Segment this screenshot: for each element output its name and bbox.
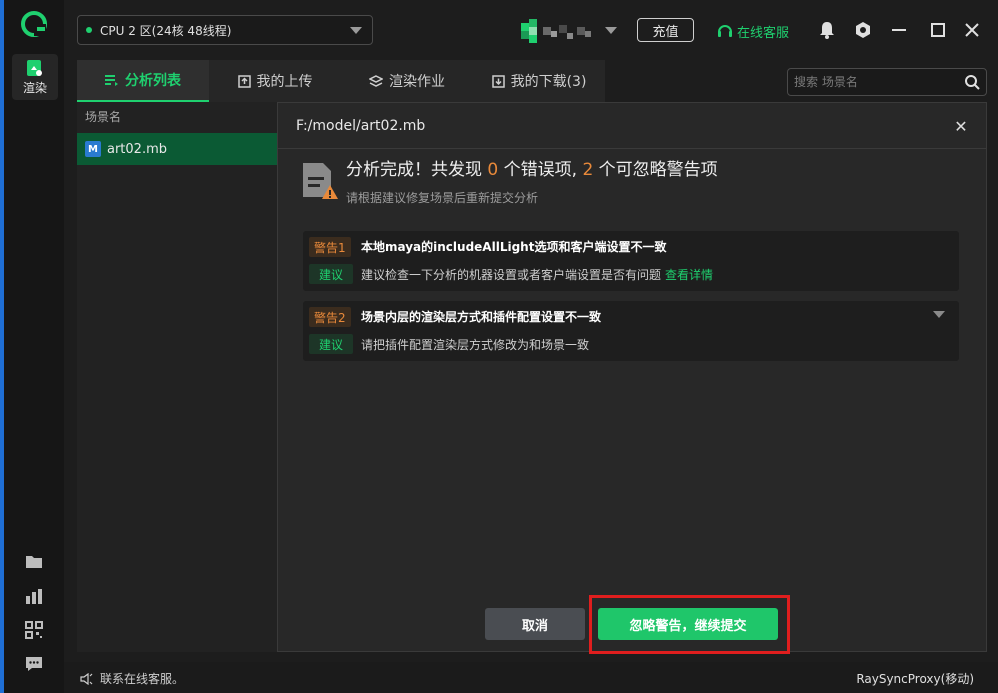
tab-my-downloads[interactable]: 我的下载(3) — [473, 60, 605, 102]
tab-my-uploads-label: 我的上传 — [256, 74, 313, 90]
document-warning-icon — [303, 163, 338, 199]
bell-icon[interactable] — [817, 20, 837, 40]
search-icon[interactable] — [964, 74, 980, 90]
tab-render-jobs-label: 渲染作业 — [389, 74, 445, 90]
status-bar: 联系在线客服。 RaySyncProxy(移动) — [64, 662, 998, 693]
proxy-status[interactable]: RaySyncProxy(移动) — [856, 670, 974, 687]
error-count: 0 — [487, 160, 499, 180]
headset-icon — [718, 25, 732, 37]
app-logo-icon — [21, 11, 47, 37]
scene-name: art02.mb — [107, 141, 167, 157]
suggestion-text: 请把插件配置渲染层方式修改为和场景一致 — [361, 338, 590, 352]
list-item[interactable]: M art02.mb — [77, 133, 277, 165]
cancel-button[interactable]: 取消 — [485, 608, 585, 640]
dialog-title: F:/model/art02.mb — [296, 117, 426, 134]
scene-list-panel: 场景名 M art02.mb — [77, 102, 277, 652]
warning-card-1: 警告1 本地maya的includeAllLight选项和客户端设置不一致 建议… — [303, 231, 959, 291]
tab-render-jobs[interactable]: 渲染作业 — [341, 60, 473, 102]
cpu-zone-select[interactable]: CPU 2 区(24核 48线程) — [77, 15, 373, 45]
tab-analysis-list-label: 分析列表 — [125, 73, 181, 89]
qr-code-icon[interactable] — [24, 620, 44, 640]
nav-render-label: 渲染 — [22, 80, 47, 95]
view-details-link[interactable]: 查看详情 — [665, 268, 713, 282]
chat-icon[interactable] — [24, 654, 44, 674]
cpu-zone-label: CPU 2 区(24核 48线程) — [100, 23, 232, 38]
layers-icon — [369, 74, 383, 87]
top-bar: CPU 2 区(24核 48线程) 充值 在线客服 — [64, 0, 998, 60]
tab-my-uploads[interactable]: 我的上传 — [209, 60, 341, 102]
suggestion-badge: 建议 — [309, 264, 353, 284]
bar-chart-icon[interactable] — [24, 586, 44, 606]
suggestion-text: 建议检查一下分析的机器设置或者客户端设置是否有问题 查看详情 — [361, 266, 713, 283]
chevron-down-icon — [350, 27, 362, 34]
scene-search — [787, 68, 987, 96]
suggestion-body: 建议检查一下分析的机器设置或者客户端设置是否有问题 — [361, 268, 662, 282]
tab-analysis-list[interactable]: 分析列表 — [77, 60, 209, 102]
recharge-button[interactable]: 充值 — [637, 18, 694, 42]
warning-title: 本地maya的includeAllLight选项和客户端设置不一致 — [361, 240, 667, 254]
main-tabs: 分析列表 我的上传 渲染作业 我的下载(3) — [77, 60, 605, 102]
user-menu-chevron-icon[interactable] — [605, 27, 617, 34]
expand-chevron-icon[interactable] — [933, 311, 945, 318]
suggestion-badge: 建议 — [309, 334, 353, 354]
nav-render[interactable]: 渲染 — [12, 54, 58, 100]
left-sidebar: 渲染 — [0, 0, 64, 693]
scene-list-header: 场景名 — [85, 110, 122, 124]
footer-message: 联系在线客服。 — [80, 670, 184, 687]
list-icon — [105, 75, 118, 86]
search-input[interactable] — [788, 69, 958, 95]
download-icon — [491, 74, 505, 88]
online-support-button[interactable]: 在线客服 — [717, 19, 789, 43]
footer-message-text: 联系在线客服。 — [100, 672, 185, 686]
warning-badge: 警告1 — [309, 237, 351, 257]
online-support-label: 在线客服 — [737, 25, 790, 41]
maximize-icon[interactable] — [928, 20, 948, 40]
render-icon — [27, 59, 42, 76]
maya-file-icon: M — [85, 141, 101, 157]
upload-icon — [237, 74, 251, 88]
status-dot-icon — [86, 27, 92, 33]
app-window: 渲染 CPU 2 区(24核 48线程) 充值 在线客服 分析列表 我的上传 渲… — [0, 0, 998, 693]
result-subtitle: 请根据建议修复场景后重新提交分析 — [346, 191, 539, 205]
settings-hex-icon[interactable] — [853, 20, 873, 40]
user-avatar[interactable] — [521, 19, 596, 43]
annotation-highlight-box — [589, 595, 790, 654]
warning-card-2: 警告2 场景内层的渲染层方式和插件配置设置不一致 建议 请把插件配置渲染层方式修… — [303, 301, 959, 361]
result-prefix: 分析完成！共发现 — [346, 160, 488, 180]
minimize-icon[interactable] — [889, 20, 909, 40]
dialog-header: F:/model/art02.mb ✕ — [278, 103, 986, 149]
close-window-icon[interactable] — [962, 20, 982, 40]
warning-title: 场景内层的渲染层方式和插件配置设置不一致 — [361, 310, 602, 324]
tab-my-downloads-label: 我的下载(3) — [510, 74, 587, 90]
close-icon[interactable]: ✕ — [952, 117, 970, 136]
result-summary: 分析完成！共发现 0 个错误项, 2 个可忽略警告项 — [346, 155, 718, 180]
warning-badge: 警告2 — [309, 307, 351, 327]
speaker-icon — [80, 672, 93, 685]
result-suffix: 个可忽略警告项 — [593, 160, 718, 180]
analysis-result-dialog: F:/model/art02.mb ✕ 分析完成！共发现 0 个错误项, 2 个… — [277, 102, 987, 652]
result-mid: 个错误项, — [498, 160, 583, 180]
folder-icon[interactable] — [24, 552, 44, 572]
warning-count: 2 — [582, 160, 594, 180]
